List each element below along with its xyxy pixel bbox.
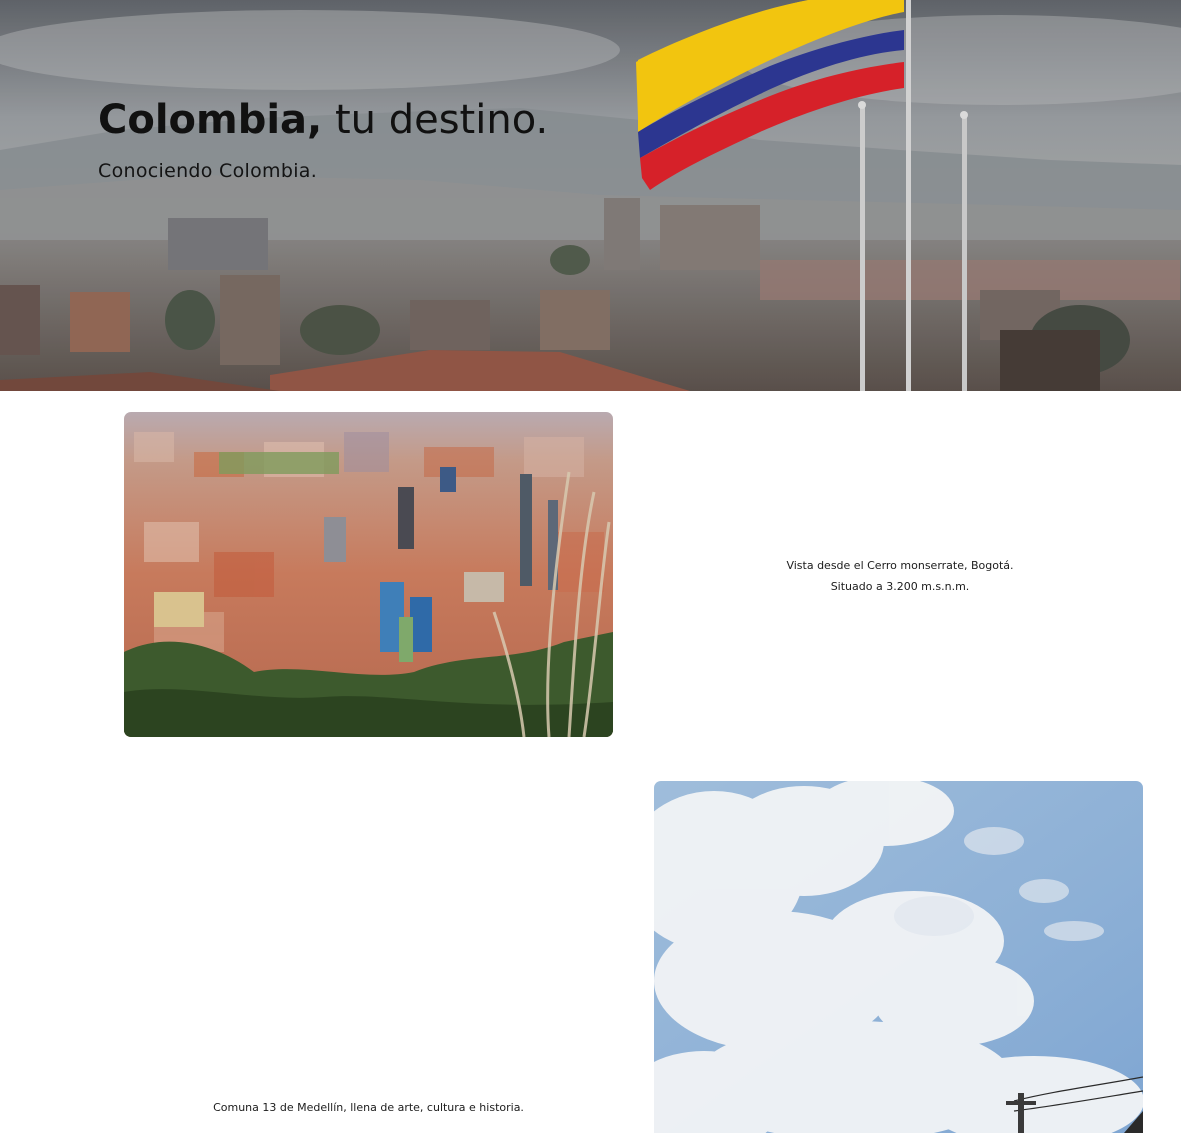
medellin-sky-photo (654, 781, 1143, 1133)
hero-subtitle: Conociendo Colombia. (98, 160, 318, 182)
hero-background-image (0, 0, 1181, 391)
hero-banner: Colombia, tu destino. Conociendo Colombi… (0, 0, 1181, 391)
hero-title: Colombia, tu destino. (98, 96, 548, 144)
bogota-caption-line2: Situado a 3.200 m.s.n.m. (830, 580, 970, 593)
bogota-caption-line1: Vista desde el Cerro monserrate, Bogotá. (786, 559, 1014, 572)
bogota-caption: Vista desde el Cerro monserrate, Bogotá.… (700, 555, 1100, 597)
medellin-caption: Comuna 13 de Medellín, llena de arte, cu… (124, 1097, 613, 1118)
hero-title-rest: tu destino. (322, 97, 549, 143)
hero-title-strong: Colombia, (98, 97, 323, 143)
medellin-caption-line1: Comuna 13 de Medellín, llena de arte, cu… (213, 1101, 524, 1114)
hero-text-block: Colombia, tu destino. Conociendo Colombi… (98, 96, 548, 182)
bogota-aerial-view-photo (124, 412, 613, 737)
